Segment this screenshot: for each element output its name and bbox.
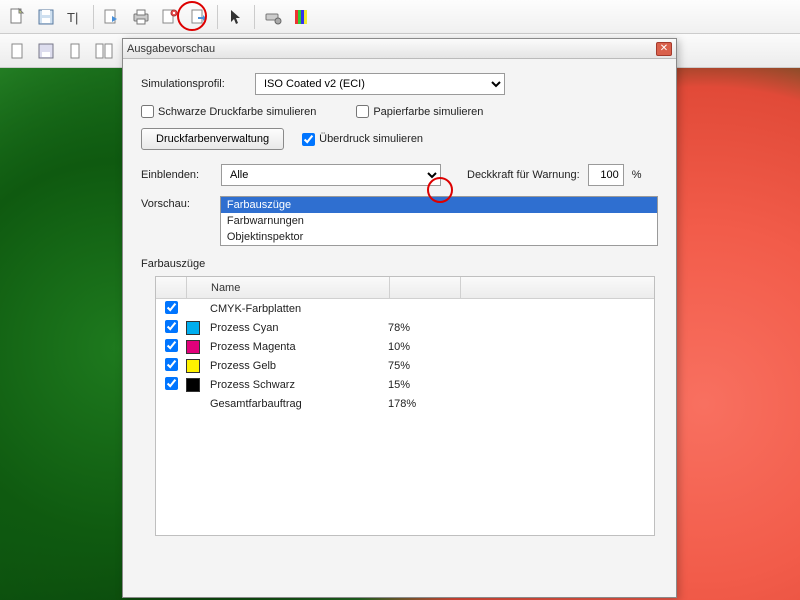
preview-item[interactable]: Farbwarnungen xyxy=(221,213,657,229)
separation-percent: 78% xyxy=(388,322,458,334)
separation-row[interactable]: Prozess Cyan78% xyxy=(156,318,654,337)
svg-text:T|: T| xyxy=(67,10,78,25)
sim-black-ink-checkbox[interactable]: Schwarze Druckfarbe simulieren xyxy=(141,105,316,118)
tool-color-bars-icon[interactable] xyxy=(289,4,315,30)
separation-percent: 10% xyxy=(388,341,458,353)
separations-table: Name CMYK-FarbplattenProzess Cyan78%Proz… xyxy=(155,276,655,536)
separation-percent: 15% xyxy=(388,379,458,391)
tool-save-icon[interactable] xyxy=(33,4,59,30)
separation-checkbox[interactable] xyxy=(165,358,178,371)
separation-row[interactable]: Prozess Schwarz15% xyxy=(156,375,654,394)
tool-output-preview-icon[interactable] xyxy=(157,4,183,30)
ink-manager-button[interactable]: Druckfarbenverwaltung xyxy=(141,128,284,150)
tool-page-single-icon[interactable] xyxy=(62,38,88,64)
tool-save-2-icon[interactable] xyxy=(33,38,59,64)
separations-header: Name xyxy=(156,277,654,299)
separation-name: Prozess Schwarz xyxy=(208,379,388,391)
tool-doc-arrow-icon[interactable] xyxy=(186,4,212,30)
separation-checkbox[interactable] xyxy=(165,320,178,333)
tool-page-icon[interactable] xyxy=(4,38,30,64)
preview-item[interactable]: Objektinspektor xyxy=(221,229,657,245)
color-swatch xyxy=(186,359,200,373)
preview-item[interactable]: Farbauszüge xyxy=(221,197,657,213)
sim-overprint-checkbox[interactable]: Überdruck simulieren xyxy=(302,133,423,146)
separation-name: Prozess Magenta xyxy=(208,341,388,353)
sim-profile-label: Simulationsprofil: xyxy=(141,78,247,90)
opacity-label: Deckkraft für Warnung: xyxy=(467,169,580,181)
show-label: Einblenden: xyxy=(141,169,213,181)
tool-page-spread-icon[interactable] xyxy=(91,38,117,64)
dialog-titlebar: Ausgabevorschau ✕ xyxy=(123,39,676,59)
toolbar-separator xyxy=(217,5,218,29)
color-swatch xyxy=(186,378,200,392)
tool-new-page-icon[interactable] xyxy=(4,4,30,30)
sim-profile-select[interactable]: ISO Coated v2 (ECI) xyxy=(255,73,505,95)
toolbar-primary: T| xyxy=(0,0,800,34)
color-swatch xyxy=(186,340,200,354)
separation-row[interactable]: Prozess Gelb75% xyxy=(156,356,654,375)
show-select[interactable]: Alle xyxy=(221,164,441,186)
separation-name: Prozess Gelb xyxy=(208,360,388,372)
sim-paper-checkbox[interactable]: Papierfarbe simulieren xyxy=(356,105,483,118)
separations-group-label: Farbauszüge xyxy=(141,258,658,270)
tool-cursor-icon[interactable] xyxy=(223,4,249,30)
tool-text-icon[interactable]: T| xyxy=(62,4,88,30)
preview-label: Vorschau: xyxy=(141,196,212,210)
tool-print-icon[interactable] xyxy=(128,4,154,30)
separation-checkbox[interactable] xyxy=(165,301,178,314)
separation-row[interactable]: Prozess Magenta10% xyxy=(156,337,654,356)
separation-row[interactable]: CMYK-Farbplatten xyxy=(156,299,654,318)
dialog-title: Ausgabevorschau xyxy=(127,43,656,55)
separation-percent: 178% xyxy=(388,398,458,410)
preview-listbox[interactable]: FarbauszügeFarbwarnungenObjektinspektor xyxy=(220,196,658,246)
separation-name: Prozess Cyan xyxy=(208,322,388,334)
color-swatch xyxy=(186,321,200,335)
opacity-unit: % xyxy=(632,169,642,181)
output-preview-dialog: Ausgabevorschau ✕ Simulationsprofil: ISO… xyxy=(122,38,677,598)
separation-percent: 75% xyxy=(388,360,458,372)
separation-checkbox[interactable] xyxy=(165,339,178,352)
header-name: Name xyxy=(209,282,389,294)
tool-print-settings-icon[interactable] xyxy=(260,4,286,30)
separation-checkbox[interactable] xyxy=(165,377,178,390)
toolbar-separator xyxy=(254,5,255,29)
tool-export-icon[interactable] xyxy=(99,4,125,30)
close-button[interactable]: ✕ xyxy=(656,42,672,56)
separation-name: CMYK-Farbplatten xyxy=(208,303,388,315)
toolbar-separator xyxy=(93,5,94,29)
opacity-input[interactable] xyxy=(588,164,624,186)
separation-row[interactable]: Gesamtfarbauftrag178% xyxy=(156,394,654,413)
separation-name: Gesamtfarbauftrag xyxy=(208,398,388,410)
